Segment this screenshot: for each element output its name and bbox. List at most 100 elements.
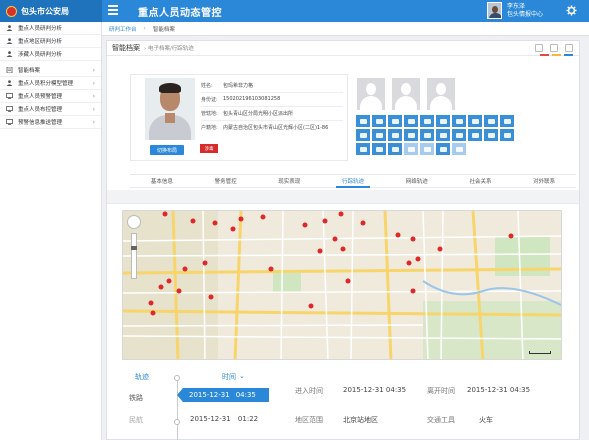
users-icon[interactable] xyxy=(484,129,498,141)
tab-social[interactable]: 社会关系 xyxy=(449,175,513,187)
sidebar-item-smart-archive[interactable]: 智能档案 › xyxy=(0,64,101,77)
list-icon[interactable] xyxy=(468,115,482,127)
chevron-right-icon: › xyxy=(92,80,95,87)
refresh-icon[interactable] xyxy=(550,44,558,52)
sidebar-item-label: 重点人员布控管理 xyxy=(18,107,63,113)
main-panel: 智能档案 › 电子档案/行踪轨迹 切换布局 姓名: 包玛希非力格 身份证: 15… xyxy=(106,40,580,440)
brand: 包头市公安局 xyxy=(0,0,102,22)
tab-smart-archive[interactable]: 智能档案 xyxy=(146,22,182,36)
enter-time-label: 进入时间 xyxy=(295,387,323,395)
medical-icon[interactable] xyxy=(388,129,402,141)
sidebar-item-label: 智能档案 xyxy=(18,68,41,74)
wifi-icon[interactable] xyxy=(356,129,370,141)
train-icon[interactable] xyxy=(436,129,450,141)
sidebar-item-control-manage[interactable]: 重点人员布控管理 › xyxy=(0,103,101,116)
id-card-icon[interactable] xyxy=(372,115,386,127)
hotel-icon[interactable] xyxy=(420,115,434,127)
sidebar-item-key-area-analysis[interactable]: 重点地区研判分析 xyxy=(0,35,101,48)
pedestrian-icon[interactable] xyxy=(452,143,466,155)
person-photo xyxy=(145,78,195,140)
car-icon[interactable] xyxy=(372,129,386,141)
tower-icon[interactable] xyxy=(388,143,402,155)
panel-header: 智能档案 › 电子档案/行踪轨迹 xyxy=(107,41,579,56)
phone-icon[interactable] xyxy=(356,115,370,127)
expand-icon[interactable] xyxy=(535,44,543,52)
profile-tabs: 基本信息 警务管控 现实表现 行踪轨迹 网络轨迹 社会关系 对外联系 xyxy=(130,174,576,188)
leave-time-label: 离开时间 xyxy=(427,387,455,395)
tab-police-control[interactable]: 警务管控 xyxy=(194,175,258,187)
trajectory-map[interactable] xyxy=(122,210,562,360)
user-name: 李东泽 xyxy=(507,3,526,10)
user-icon xyxy=(6,25,13,31)
plane-icon[interactable] xyxy=(452,129,466,141)
brand-name: 包头市公安局 xyxy=(21,6,69,16)
field-id-number: 身份证: 150202196103081258 xyxy=(201,96,281,103)
shop-icon[interactable] xyxy=(420,129,434,141)
color-strip xyxy=(540,54,573,56)
region-value: 北京站地区 xyxy=(343,416,378,424)
sidebar-item-label: 重点人员预警管理 xyxy=(18,94,63,100)
sidebar-item-key-person-analysis[interactable]: 重点人员研判分析 xyxy=(0,22,101,35)
sidebar-item-tibet-analysis[interactable]: 涉藏人员研判分析 xyxy=(0,48,101,61)
building-icon[interactable] xyxy=(500,115,514,127)
app-title: 重点人员动态管控 xyxy=(138,8,222,19)
tab-external[interactable]: 对外联系 xyxy=(512,175,576,187)
sidebar-item-label: 重点人员研判分析 xyxy=(18,26,63,32)
map-pan-control[interactable] xyxy=(127,215,141,229)
bank-icon[interactable] xyxy=(404,129,418,141)
user-icon xyxy=(6,80,13,86)
heart-icon[interactable] xyxy=(388,115,402,127)
timeline-axis xyxy=(177,379,178,440)
page-path: › 电子档案/行踪轨迹 xyxy=(144,46,194,52)
chevron-right-icon: › xyxy=(92,93,95,100)
map-scale-bar xyxy=(529,351,551,354)
printer-icon[interactable] xyxy=(500,129,514,141)
tab-basic-info[interactable]: 基本信息 xyxy=(130,175,194,187)
breadcrumb: 研判工作台 › 智能档案 xyxy=(102,22,589,36)
sidebar-item-label: 预警信息推送管理 xyxy=(18,120,63,126)
user-org: 包头情报中心 xyxy=(507,11,544,18)
avatar[interactable] xyxy=(392,78,420,110)
close-icon[interactable] xyxy=(565,44,573,52)
sidebar-item-warning-manage[interactable]: 重点人员预警管理 › xyxy=(0,90,101,103)
monitor-icon xyxy=(6,119,13,125)
bus-icon[interactable] xyxy=(356,143,370,155)
avatar[interactable] xyxy=(427,78,455,110)
bed-icon[interactable] xyxy=(436,115,450,127)
tab-behavior[interactable]: 现实表现 xyxy=(257,175,321,187)
user-icon xyxy=(6,38,13,44)
timeline-header-trajectory[interactable]: 轨迹 xyxy=(135,372,149,382)
file-icon[interactable] xyxy=(484,115,498,127)
leave-time-value: 2015-12-31 04:35 xyxy=(467,386,531,394)
sidebar-item-label: 重点人员积分模型管理 xyxy=(18,81,74,87)
timeline-type: 铁路 xyxy=(129,394,143,402)
timeline-entry-date[interactable]: 2015-12-31 01:22 xyxy=(190,415,258,423)
disabled-icon[interactable] xyxy=(420,143,434,155)
camera-icon[interactable] xyxy=(468,129,482,141)
user-icon xyxy=(6,51,13,57)
ticket-icon[interactable] xyxy=(372,143,386,155)
enter-time-value: 2015-12-31 04:35 xyxy=(343,386,407,394)
field-household: 户籍地: 内蒙古自治区包头市青山区光辉小区(二区)1-86 xyxy=(201,125,329,131)
sidebar-item-score-model[interactable]: 重点人员积分模型管理 › xyxy=(0,77,101,90)
page-title: 智能档案 xyxy=(112,44,140,52)
category-icon-grid xyxy=(356,115,516,155)
chevron-down-icon: ⌄ xyxy=(239,372,245,380)
tab-network[interactable]: 网络轨迹 xyxy=(385,175,449,187)
map-zoom-slider[interactable] xyxy=(131,233,137,279)
timeline-header-time[interactable]: 时间 ⌄ xyxy=(222,372,245,382)
menu-toggle-icon[interactable] xyxy=(108,5,118,16)
chevron-right-icon: › xyxy=(92,106,95,113)
sidebar-item-push-manage[interactable]: 预警信息推送管理 › xyxy=(0,116,101,129)
avatar[interactable] xyxy=(357,78,385,110)
tab-workbench[interactable]: 研判工作台 xyxy=(102,22,144,36)
tab-trajectory[interactable]: 行踪轨迹 xyxy=(321,175,385,188)
message-icon[interactable] xyxy=(404,115,418,127)
accessibility-icon[interactable] xyxy=(404,143,418,155)
user-avatar[interactable] xyxy=(487,2,502,19)
truck-icon[interactable] xyxy=(452,115,466,127)
storefront-icon[interactable] xyxy=(436,143,450,155)
timeline-entry-active[interactable]: 2015-12-31 04:35 xyxy=(177,388,269,402)
switch-layout-button[interactable]: 切换布局 xyxy=(150,145,184,155)
gear-icon[interactable] xyxy=(566,5,577,16)
